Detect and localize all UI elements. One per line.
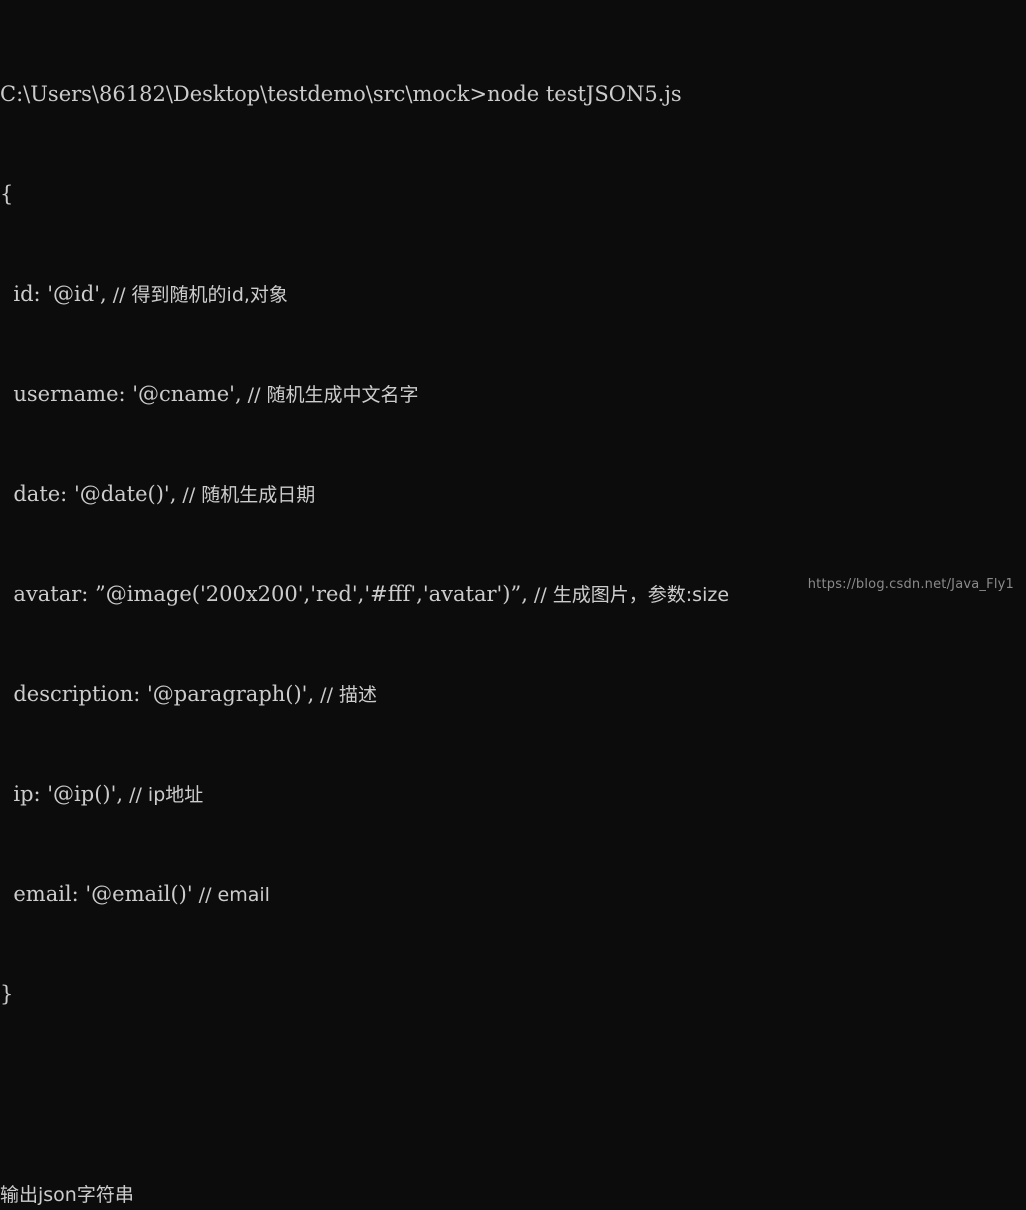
- terminal-line-block1-description: description: '@paragraph()', // 描述: [0, 682, 1026, 707]
- property-comment-ip: // ip地址: [123, 784, 204, 806]
- property-comment-username: // 随机生成中文名字: [241, 384, 419, 406]
- terminal-line-block1-open-brace: {: [0, 182, 1026, 207]
- property-comment-email: // email: [192, 884, 270, 906]
- open-brace: {: [0, 182, 14, 206]
- property-key-ip: ip:: [0, 782, 48, 806]
- watermark-url: https://blog.csdn.net/Java_Fly1: [807, 577, 1014, 592]
- property-comment-id: // 得到随机的id,对象: [106, 284, 288, 306]
- terminal-line-block1-ip: ip: '@ip()', // ip地址: [0, 782, 1026, 807]
- command-prompt-text: C:\Users\86182\Desktop\testdemo\src\mock…: [0, 82, 682, 106]
- terminal-line-prompt-command: C:\Users\86182\Desktop\testdemo\src\mock…: [0, 82, 1026, 107]
- property-key-description: description:: [0, 682, 148, 706]
- property-key-date: date:: [0, 482, 74, 506]
- property-value-id: '@id',: [47, 282, 107, 306]
- property-value-date: '@date()',: [73, 482, 177, 506]
- property-value-email: '@email()': [85, 882, 193, 906]
- property-value-description: '@paragraph()',: [147, 682, 315, 706]
- property-key-email: email:: [0, 882, 86, 906]
- terminal-line-block1-close-brace: }: [0, 982, 1026, 1007]
- terminal-line-block1-id: id: '@id', // 得到随机的id,对象: [0, 282, 1026, 307]
- terminal-line-block1-date: date: '@date()', // 随机生成日期: [0, 482, 1026, 507]
- property-key-avatar: avatar:: [0, 582, 96, 606]
- property-comment-date: // 随机生成日期: [176, 484, 316, 506]
- terminal-window[interactable]: C:\Users\86182\Desktop\testdemo\src\mock…: [0, 0, 1026, 1206]
- terminal-line-section-label: 输出json字符串: [0, 1182, 1026, 1207]
- close-brace: }: [0, 982, 14, 1006]
- property-comment-avatar: // 生成图片，参数:size: [527, 584, 730, 606]
- terminal-line-block1-email: email: '@email()' // email: [0, 882, 1026, 907]
- section-label-text: 输出json字符串: [0, 1184, 134, 1206]
- property-comment-description: // 描述: [314, 684, 378, 706]
- terminal-line-block1-username: username: '@cname', // 随机生成中文名字: [0, 382, 1026, 407]
- property-value-ip: '@ip()',: [47, 782, 124, 806]
- property-key-id: id:: [0, 282, 48, 306]
- terminal-blank-line-1: [0, 1082, 1026, 1107]
- property-value-avatar: ”@image('200x200','red','#fff','avatar')…: [95, 582, 528, 606]
- property-key-username: username:: [0, 382, 133, 406]
- property-value-username: '@cname',: [132, 382, 242, 406]
